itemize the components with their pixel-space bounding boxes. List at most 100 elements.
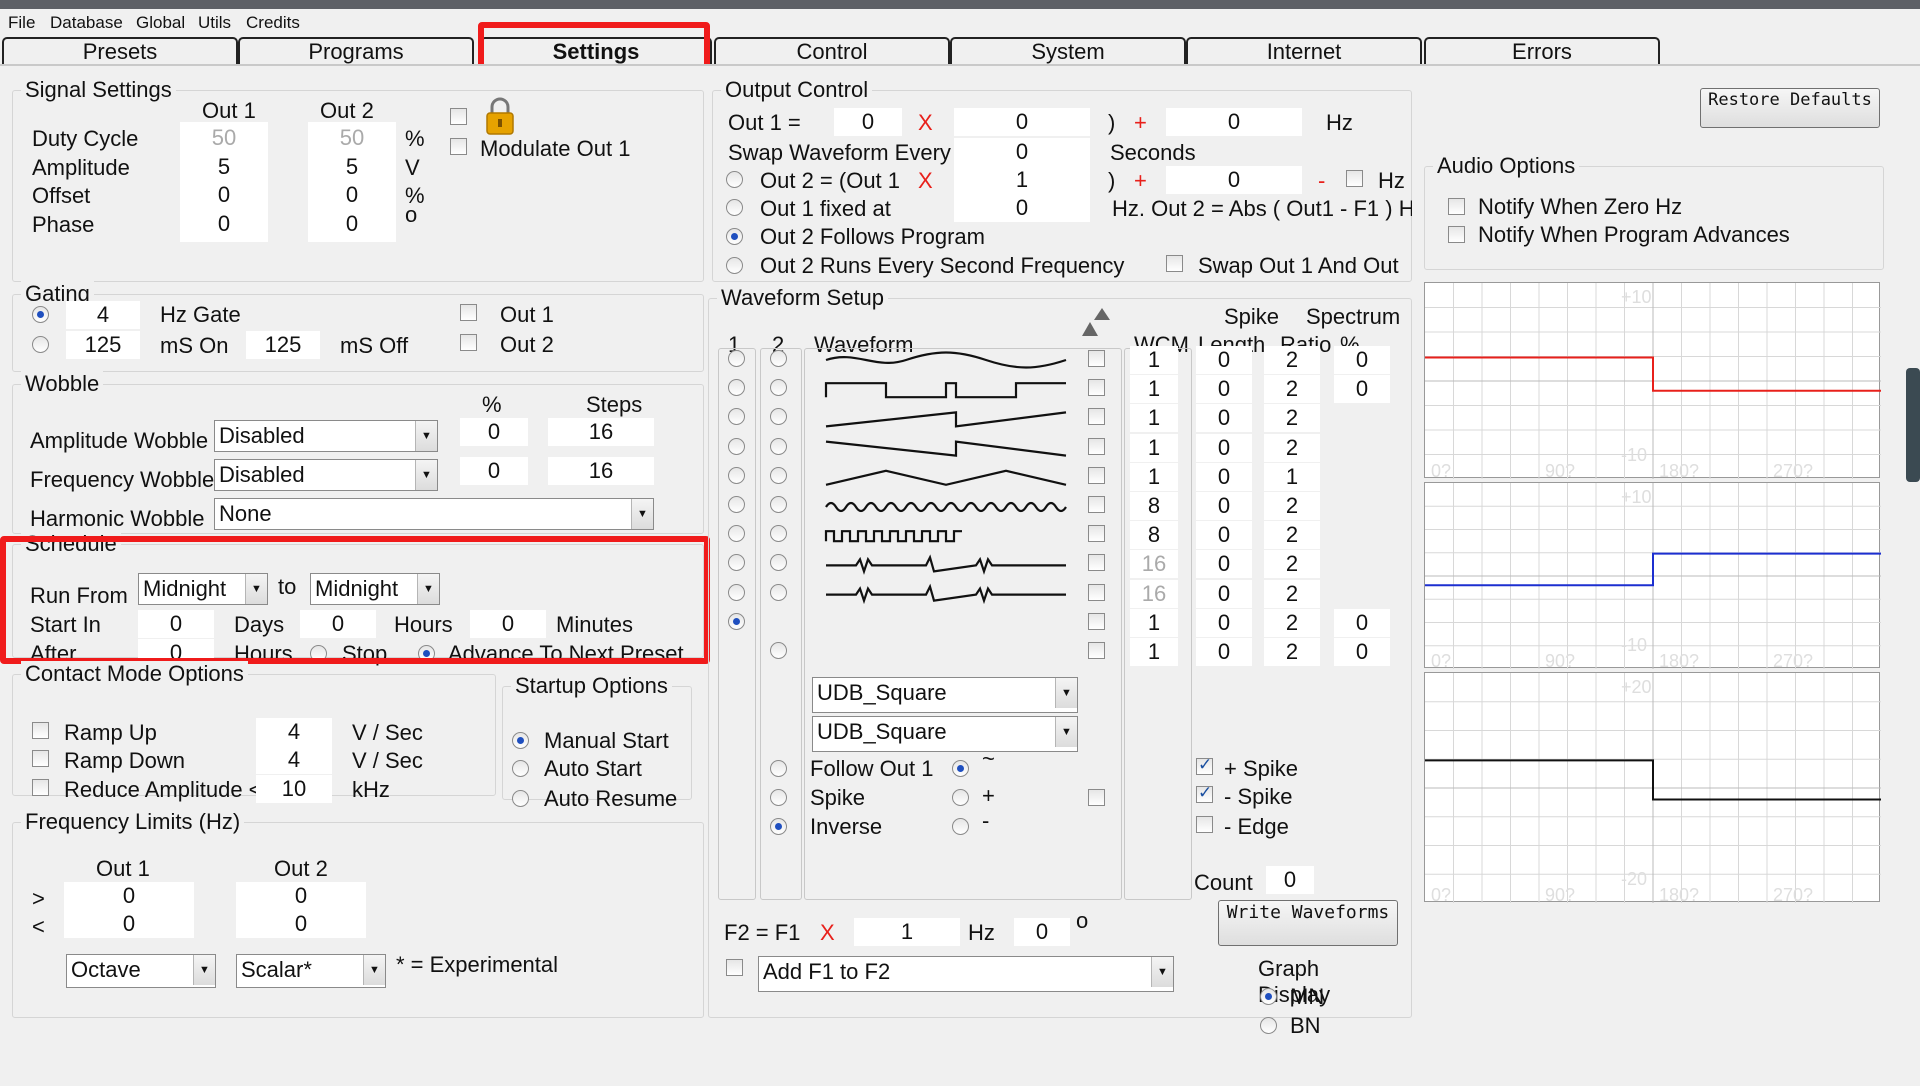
offset-out2-input[interactable]: 0 [308, 181, 396, 209]
spike-ratio-input[interactable]: 1 [1264, 462, 1320, 491]
wcm-input[interactable]: 1 [1130, 638, 1178, 666]
menu-database[interactable]: Database [50, 13, 123, 33]
out1-fixed-input[interactable]: 0 [954, 194, 1090, 222]
amplitude-wobble-percent-input[interactable]: 0 [460, 418, 528, 446]
wcm-input[interactable]: 16 [1130, 579, 1178, 608]
plus-spike-checkbox[interactable] [1196, 755, 1213, 775]
limit-out2-greater-input[interactable]: 0 [236, 882, 366, 910]
wcm-input[interactable]: 1 [1130, 375, 1178, 404]
out2-second-frequency-radio[interactable] [726, 257, 743, 274]
spectrum-percent-input[interactable]: 0 [1334, 638, 1390, 666]
manual-start-radio[interactable] [512, 732, 529, 749]
hz-gate-input[interactable]: 4 [66, 301, 140, 329]
spike-ratio-input[interactable]: 2 [1264, 404, 1320, 433]
phase-out1-input[interactable]: 0 [180, 210, 268, 238]
spike-ratio-input[interactable]: 2 [1264, 638, 1320, 666]
spike-length-input[interactable]: 0 [1196, 462, 1252, 491]
swap-waveform-input[interactable]: 0 [954, 138, 1090, 166]
restore-defaults-button[interactable]: Restore Defaults [1700, 88, 1880, 128]
modulate-out1-checkbox[interactable] [450, 138, 467, 155]
auto-start-radio[interactable] [512, 760, 529, 777]
recycle-icon[interactable] [1078, 306, 1114, 340]
ramp-up-input[interactable]: 4 [256, 718, 332, 746]
spike-length-input[interactable]: 0 [1196, 433, 1252, 462]
spike-length-input[interactable]: 0 [1196, 375, 1252, 404]
wcm-input[interactable]: 16 [1130, 550, 1178, 579]
tab-internet[interactable]: Internet [1186, 37, 1422, 65]
wcm-input[interactable]: 1 [1130, 433, 1178, 462]
waveform-row-checkbox[interactable] [1088, 379, 1105, 397]
out2-c-input[interactable]: 0 [1166, 166, 1302, 194]
spike-ratio-input[interactable]: 2 [1264, 375, 1320, 404]
spike-ratio-input[interactable]: 2 [1264, 608, 1320, 637]
waveform-out1-radio[interactable] [728, 496, 745, 513]
tilde-radio[interactable] [952, 760, 969, 777]
menu-file[interactable]: File [8, 13, 35, 33]
waveform-out2-radio[interactable] [770, 437, 787, 455]
waveform-row-checkbox[interactable] [1088, 583, 1105, 601]
tab-programs[interactable]: Programs [238, 37, 474, 65]
frequency-wobble-percent-input[interactable]: 0 [460, 457, 528, 485]
waveform-row-checkbox[interactable] [1088, 437, 1105, 455]
amplitude-out2-input[interactable]: 5 [308, 153, 396, 181]
f2-multiplier-input[interactable]: 1 [854, 918, 960, 946]
out2-b-input[interactable]: 1 [954, 166, 1090, 194]
gating-out1-checkbox[interactable] [460, 304, 477, 321]
waveform-out1-radio[interactable] [728, 350, 745, 367]
spectrum-percent-input[interactable]: 0 [1334, 346, 1390, 374]
graph-bn-radio[interactable] [1260, 1017, 1277, 1034]
wcm-input[interactable]: 1 [1130, 462, 1178, 491]
notify-zero-hz-checkbox[interactable] [1448, 198, 1465, 215]
menu-global[interactable]: Global [136, 13, 185, 33]
waveform-out2-radio[interactable] [770, 466, 787, 484]
waveform-row-checkbox[interactable] [1088, 350, 1105, 367]
wcm-input[interactable]: 1 [1130, 608, 1178, 637]
waveform-out2-radio[interactable] [770, 496, 787, 513]
add-f1-to-f2-select[interactable]: Add F1 to F2 ▼ [758, 956, 1174, 992]
waveform-row-checkbox[interactable] [1088, 554, 1105, 572]
waveform-row-checkbox[interactable] [1088, 612, 1105, 630]
duty-cycle-out2-input[interactable]: 50 [308, 124, 396, 152]
ramp-down-input[interactable]: 4 [256, 746, 332, 774]
minus-radio[interactable] [952, 818, 969, 835]
limit-out2-mode-select[interactable]: Scalar* ▼ [236, 954, 386, 988]
limit-out1-greater-input[interactable]: 0 [64, 882, 194, 910]
menu-utils[interactable]: Utils [198, 13, 231, 33]
spike-length-input[interactable]: 0 [1196, 346, 1252, 374]
spike-ratio-input[interactable]: 2 [1264, 433, 1320, 462]
swap-out-checkbox[interactable] [1166, 255, 1183, 272]
f2-phase-input[interactable]: 0 [1014, 918, 1070, 946]
duty-cycle-out1-input[interactable]: 50 [180, 124, 268, 152]
frequency-wobble-select[interactable]: Disabled ▼ [214, 459, 438, 491]
plus-radio[interactable] [952, 789, 969, 806]
spike-checkbox[interactable] [1088, 789, 1105, 806]
ms-off-input[interactable]: 125 [246, 331, 320, 359]
ms-on-radio[interactable] [32, 336, 49, 353]
hz-gate-radio[interactable] [32, 306, 49, 323]
ms-on-input[interactable]: 125 [66, 331, 140, 359]
lock-checkbox[interactable] [450, 108, 467, 125]
add-f1-to-f2-checkbox[interactable] [726, 959, 743, 976]
spike-radio[interactable] [770, 789, 787, 806]
phase-out2-input[interactable]: 0 [308, 210, 396, 238]
spike-length-input[interactable]: 0 [1196, 550, 1252, 579]
waveform-out1-radio[interactable] [728, 583, 745, 601]
spike-length-input[interactable]: 0 [1196, 404, 1252, 433]
gating-out2-checkbox[interactable] [460, 334, 477, 351]
reduce-amplitude-checkbox[interactable] [32, 779, 49, 796]
out1-a-input[interactable]: 0 [834, 108, 902, 136]
out2-formula-radio[interactable] [726, 171, 743, 188]
follow-out1-radio[interactable] [770, 760, 787, 777]
limit-out1-mode-select[interactable]: Octave ▼ [66, 954, 216, 988]
out1-c-input[interactable]: 0 [1166, 108, 1302, 136]
waveform-out2-radio[interactable] [770, 642, 787, 659]
wcm-input[interactable]: 1 [1130, 404, 1178, 433]
spike-length-input[interactable]: 0 [1196, 579, 1252, 608]
limit-out2-less-input[interactable]: 0 [236, 910, 366, 938]
edge-checkbox[interactable] [1196, 816, 1213, 833]
waveform-row-checkbox[interactable] [1088, 466, 1105, 484]
minus-spike-checkbox[interactable] [1196, 783, 1213, 803]
tab-errors[interactable]: Errors [1424, 37, 1660, 65]
waveform-row-checkbox[interactable] [1088, 408, 1105, 426]
menu-credits[interactable]: Credits [246, 13, 300, 33]
